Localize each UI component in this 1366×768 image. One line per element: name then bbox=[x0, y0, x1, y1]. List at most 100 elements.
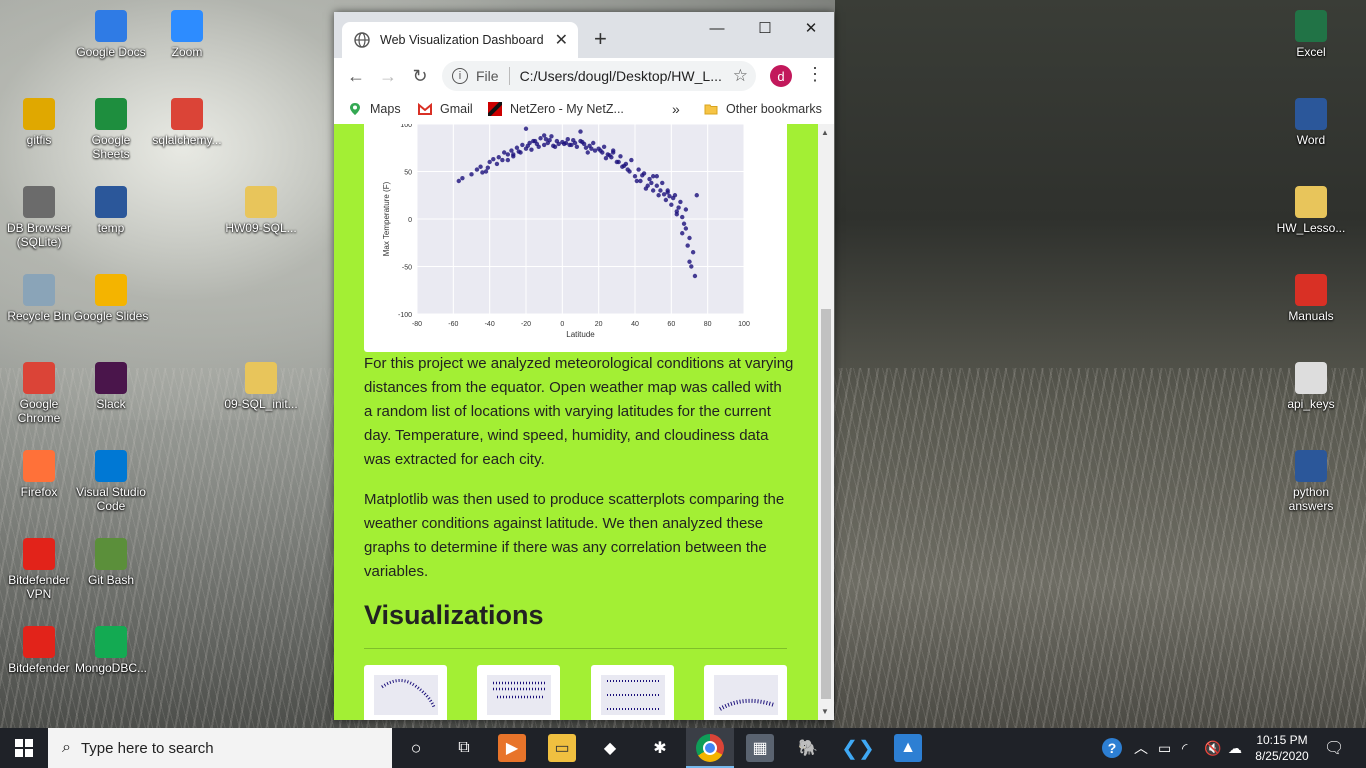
vscode-taskbar-icon[interactable]: ❮❯ bbox=[841, 734, 875, 762]
desktop-icon-left-14[interactable]: Visual Studio Code bbox=[72, 450, 150, 513]
page-scrollbar[interactable]: ▲ ▼ bbox=[818, 124, 834, 720]
maximize-button[interactable]: ☐ bbox=[742, 14, 788, 42]
desktop-icon-left-16[interactable]: Git Bash bbox=[72, 538, 150, 587]
bitdefender-icon bbox=[23, 626, 55, 658]
desktop-icon-right-3[interactable]: Manuals bbox=[1272, 274, 1350, 323]
desktop-icon-right-0[interactable]: Excel bbox=[1272, 10, 1350, 59]
slack-taskbar-icon[interactable]: ✱ bbox=[646, 734, 674, 762]
desktop-icon-right-2[interactable]: HW_Lesso... bbox=[1272, 186, 1350, 235]
data-point bbox=[676, 205, 681, 210]
data-point bbox=[660, 180, 665, 186]
forward-arrow-icon[interactable]: → bbox=[372, 66, 404, 87]
battery-icon[interactable]: ▭ bbox=[1158, 728, 1171, 768]
calculator-icon[interactable]: ▦ bbox=[746, 734, 774, 762]
minimize-button[interactable]: — bbox=[694, 14, 740, 42]
bookmark-gmail-label: Gmail bbox=[440, 102, 473, 116]
chrome-taskbar-icon[interactable] bbox=[696, 734, 724, 762]
media-player-icon[interactable]: ▶ bbox=[498, 734, 526, 762]
back-arrow-icon[interactable]: ← bbox=[340, 66, 372, 87]
photos-icon[interactable]: ▲ bbox=[894, 734, 922, 762]
firefox-icon bbox=[23, 450, 55, 482]
file-explorer-icon[interactable]: ▭ bbox=[548, 734, 576, 762]
wifi-icon[interactable]: ◜ bbox=[1182, 728, 1187, 768]
desktop-icon-left-10[interactable]: Google Chrome bbox=[0, 362, 78, 425]
desktop-icon-left-1[interactable]: Zoom bbox=[148, 10, 226, 59]
desktop-icon-left-12[interactable]: 09-SQL_init... bbox=[222, 362, 300, 411]
desktop-icon-label: Excel bbox=[1296, 45, 1326, 59]
new-tab-button[interactable]: + bbox=[594, 26, 607, 52]
scrollbar-thumb[interactable] bbox=[821, 309, 831, 699]
start-button[interactable] bbox=[0, 728, 48, 768]
data-point bbox=[543, 137, 549, 142]
volume-muted-icon[interactable]: 🔇 bbox=[1204, 728, 1221, 768]
desktop-icon-left-9[interactable]: Google Slides bbox=[72, 274, 150, 323]
x-tick-label: -40 bbox=[485, 321, 495, 328]
task-view-icon[interactable]: ⧉ bbox=[450, 734, 478, 762]
data-point bbox=[571, 137, 576, 143]
browser-menu-icon[interactable]: ⋮ bbox=[806, 64, 824, 85]
desktop-icon-left-11[interactable]: Slack bbox=[72, 362, 150, 411]
data-point bbox=[514, 145, 520, 150]
desktop-icon-left-7[interactable]: HW09-SQL... bbox=[222, 186, 300, 235]
bookmark-star-icon[interactable]: ☆ bbox=[733, 66, 748, 86]
desktop-icon-left-5[interactable]: DB Browser (SQLite) bbox=[0, 186, 78, 249]
data-point bbox=[683, 226, 689, 231]
thumbnail-wind-speed[interactable] bbox=[704, 665, 787, 720]
thumbnail-temperature[interactable] bbox=[364, 665, 447, 720]
taskbar-clock[interactable]: 10:15 PM 8/25/2020 bbox=[1252, 732, 1312, 764]
browser-toolbar: ← → ↻ i File C:/Users/dougl/Desktop/HW_L… bbox=[334, 58, 834, 94]
desktop-icon-left-2[interactable]: gitfis bbox=[0, 98, 78, 147]
data-point bbox=[603, 156, 609, 161]
help-icon[interactable]: ? bbox=[1102, 728, 1122, 768]
data-point bbox=[478, 164, 483, 169]
notifications-icon[interactable]: 🗨 bbox=[1324, 728, 1344, 768]
desktop-icon-right-1[interactable]: Word bbox=[1272, 98, 1350, 147]
google-docs-icon bbox=[95, 10, 127, 42]
bookmark-maps[interactable]: Maps bbox=[348, 102, 401, 116]
scroll-down-icon[interactable]: ▼ bbox=[821, 707, 829, 716]
desktop-icon-left-6[interactable]: temp bbox=[72, 186, 150, 235]
data-point bbox=[687, 235, 692, 241]
tab-close-icon[interactable]: ✕ bbox=[555, 30, 568, 50]
bookmark-other-label: Other bookmarks bbox=[726, 102, 822, 116]
data-point bbox=[505, 157, 511, 163]
data-point bbox=[480, 170, 485, 175]
data-point bbox=[534, 141, 540, 147]
tab-web-visualization-dashboard[interactable]: Web Visualization Dashboard ✕ bbox=[342, 22, 578, 58]
postgres-elephant-icon[interactable]: 🐘 bbox=[794, 734, 822, 762]
address-bar[interactable]: i File C:/Users/dougl/Desktop/HW_L... ☆ bbox=[442, 61, 756, 91]
search-icon: ⌕ bbox=[62, 739, 71, 756]
scroll-up-icon[interactable]: ▲ bbox=[821, 128, 829, 137]
data-point bbox=[565, 137, 570, 142]
profile-avatar[interactable]: d bbox=[770, 65, 792, 87]
bookmarks-overflow-button[interactable]: » bbox=[672, 101, 680, 117]
desktop-icon-right-4[interactable]: api_keys bbox=[1272, 362, 1350, 411]
reload-icon[interactable]: ↻ bbox=[404, 66, 436, 87]
word-doc-icon bbox=[1295, 450, 1327, 482]
desktop-icon-left-3[interactable]: Google Sheets bbox=[72, 98, 150, 161]
onedrive-icon[interactable]: ☁ bbox=[1228, 728, 1242, 768]
thumbnail-humidity[interactable] bbox=[477, 665, 560, 720]
folder-icon bbox=[704, 104, 718, 115]
desktop-icon-left-0[interactable]: Google Docs bbox=[72, 10, 150, 59]
desktop-icon-left-18[interactable]: MongoDBC... bbox=[72, 626, 150, 675]
bookmark-other[interactable]: Other bookmarks bbox=[704, 102, 822, 116]
git-icon[interactable]: ◆ bbox=[596, 734, 624, 762]
cortana-icon[interactable]: ○ bbox=[402, 734, 430, 762]
desktop-icon-left-8[interactable]: Recycle Bin bbox=[0, 274, 78, 323]
show-hidden-icons-chevron-icon[interactable]: ︿ bbox=[1134, 728, 1148, 768]
bookmark-gmail[interactable]: Gmail bbox=[418, 102, 473, 116]
taskbar-search-box[interactable]: ⌕ Type here to search bbox=[48, 728, 392, 768]
data-point bbox=[474, 167, 480, 172]
desktop-icon-left-4[interactable]: sqlalchemy... bbox=[148, 98, 226, 147]
data-point bbox=[649, 180, 654, 186]
clock-time: 10:15 PM bbox=[1256, 733, 1308, 747]
thumbnail-cloudiness[interactable] bbox=[591, 665, 674, 720]
desktop-icon-left-13[interactable]: Firefox bbox=[0, 450, 78, 499]
desktop-icon-left-15[interactable]: Bitdefender VPN bbox=[0, 538, 78, 601]
desktop-icon-left-17[interactable]: Bitdefender bbox=[0, 626, 78, 675]
info-icon[interactable]: i bbox=[452, 68, 468, 84]
bookmark-netzero[interactable]: NetZero - My NetZ... bbox=[488, 102, 624, 116]
close-window-button[interactable]: ✕ bbox=[788, 14, 834, 42]
desktop-icon-right-5[interactable]: python answers bbox=[1272, 450, 1350, 513]
